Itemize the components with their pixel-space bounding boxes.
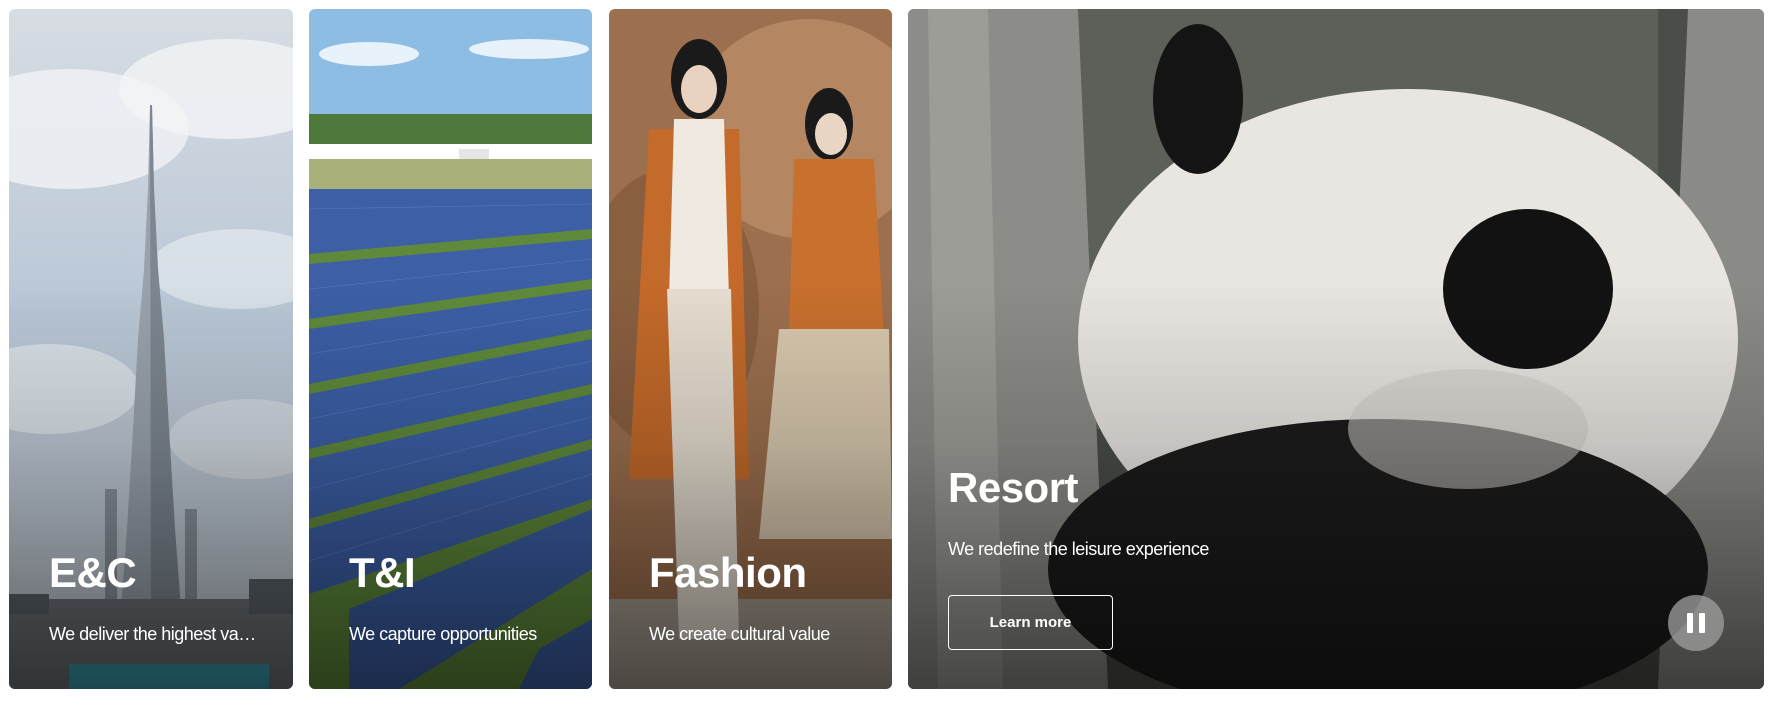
- card-title: E&C: [49, 549, 137, 596]
- business-cards-carousel: E&C We deliver the highest value T&I We …: [9, 9, 1764, 689]
- card-title: Resort: [948, 464, 1079, 511]
- pause-icon: [1684, 613, 1708, 633]
- card-resort[interactable]: Resort We redefine the leisure experienc…: [908, 9, 1764, 689]
- card-description: We redefine the leisure experience: [948, 539, 1209, 559]
- pause-button[interactable]: [1668, 595, 1724, 651]
- card-ec[interactable]: E&C We deliver the highest value: [9, 9, 293, 689]
- card-description: We create cultural value: [649, 624, 830, 644]
- card-title: Fashion: [649, 549, 807, 596]
- card-title: T&I: [349, 549, 416, 596]
- card-fashion[interactable]: Fashion We create cultural value: [609, 9, 892, 689]
- card-description: We capture opportunities: [349, 624, 537, 644]
- card-ti[interactable]: T&I We capture opportunities: [309, 9, 592, 689]
- learn-more-button[interactable]: Learn more: [948, 595, 1113, 650]
- card-description: We deliver the highest value: [49, 624, 259, 644]
